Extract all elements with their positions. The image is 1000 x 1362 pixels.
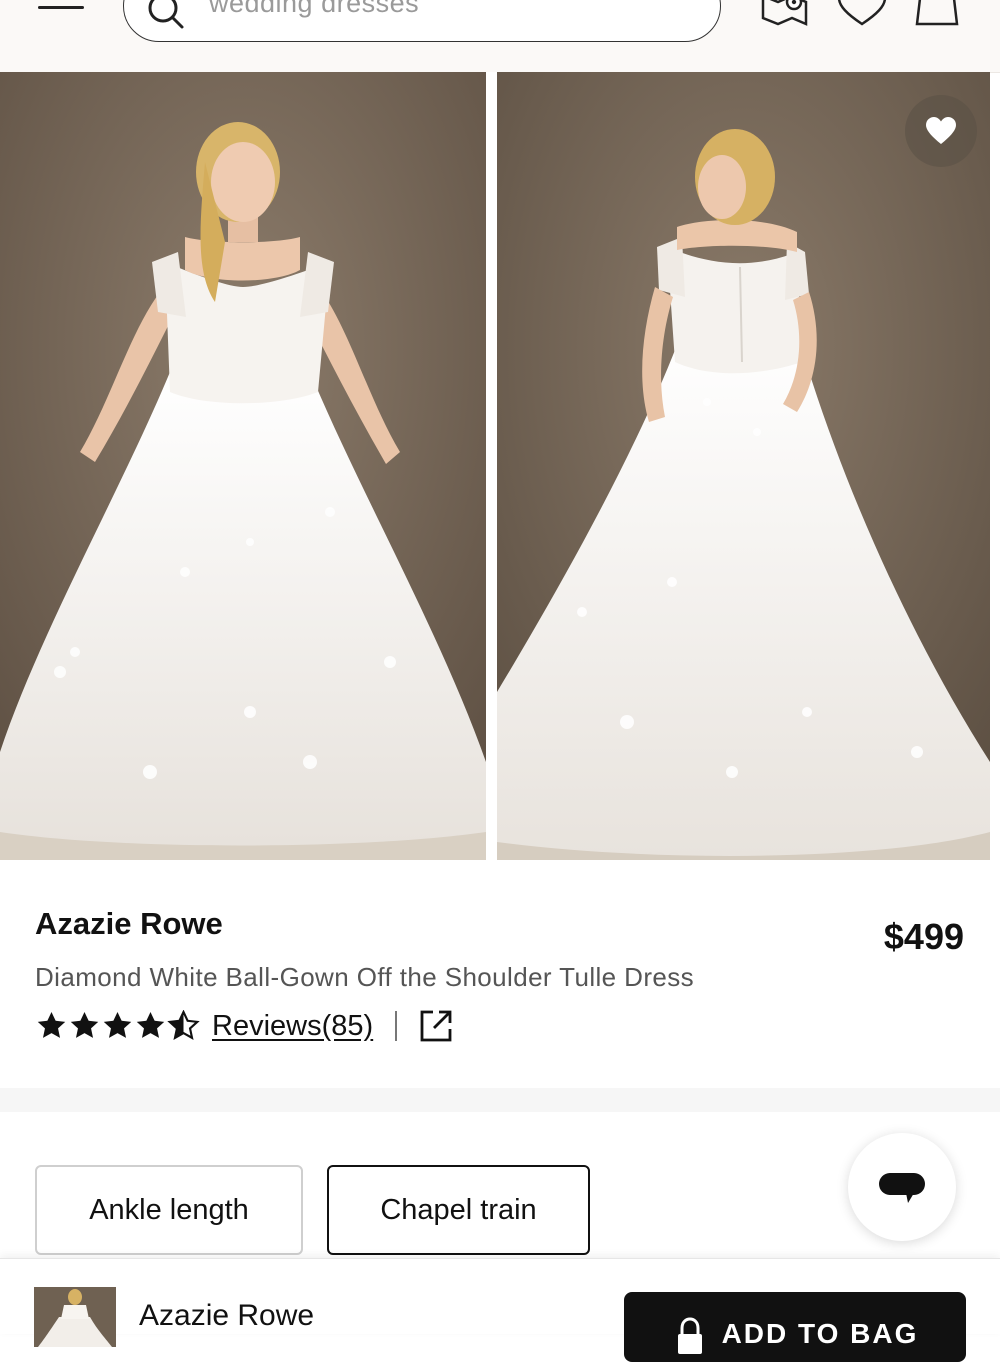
store-locator-icon[interactable] [760,0,810,26]
chat-button[interactable] [848,1133,956,1241]
section-divider [0,1088,1000,1112]
reviews-link[interactable]: Reviews(85) [212,1010,373,1043]
star-icon [37,1012,66,1038]
rating-row: Reviews(85) [35,1006,453,1046]
bottom-add-bar: Azazie Rowe ADD TO BAG [0,1258,1000,1362]
search-placeholder: wedding dresses [209,0,420,18]
chat-bubble-icon [879,1173,925,1203]
star-icon [136,1012,165,1038]
favorite-button[interactable] [905,95,977,167]
shopping-bag-icon[interactable] [913,0,973,26]
star-icon [70,1012,99,1038]
image-gap [486,72,497,860]
star-icon [103,1012,132,1038]
rating-stars [35,1010,200,1042]
search-input[interactable]: wedding dresses [123,0,721,42]
add-to-bag-label: ADD TO BAG [721,1318,919,1349]
option-label: Ankle length [89,1193,249,1226]
heart-icon[interactable] [835,0,889,26]
option-ankle-length[interactable]: Ankle length [35,1165,303,1255]
product-price: $499 [883,916,964,957]
divider [395,1011,398,1041]
menu-icon[interactable] [38,0,84,24]
lock-bag-icon [677,1317,702,1354]
star-half-icon [167,1010,200,1040]
search-icon [148,0,184,29]
product-image-back[interactable] [497,72,990,860]
top-header: wedding dresses [0,0,1000,73]
option-label: Chapel train [380,1193,537,1226]
bottom-product-name: Azazie Rowe [139,1299,315,1332]
product-brand: Azazie Rowe [35,906,223,941]
external-link-icon[interactable] [419,1009,453,1043]
product-thumbnail [34,1287,116,1347]
option-chapel-train[interactable]: Chapel train [327,1165,590,1255]
heart-filled-icon [926,117,956,144]
product-name: Diamond White Ball-Gown Off the Shoulder… [35,962,695,992]
add-to-bag-button[interactable]: ADD TO BAG [624,1292,966,1362]
product-image-front[interactable] [0,72,486,860]
